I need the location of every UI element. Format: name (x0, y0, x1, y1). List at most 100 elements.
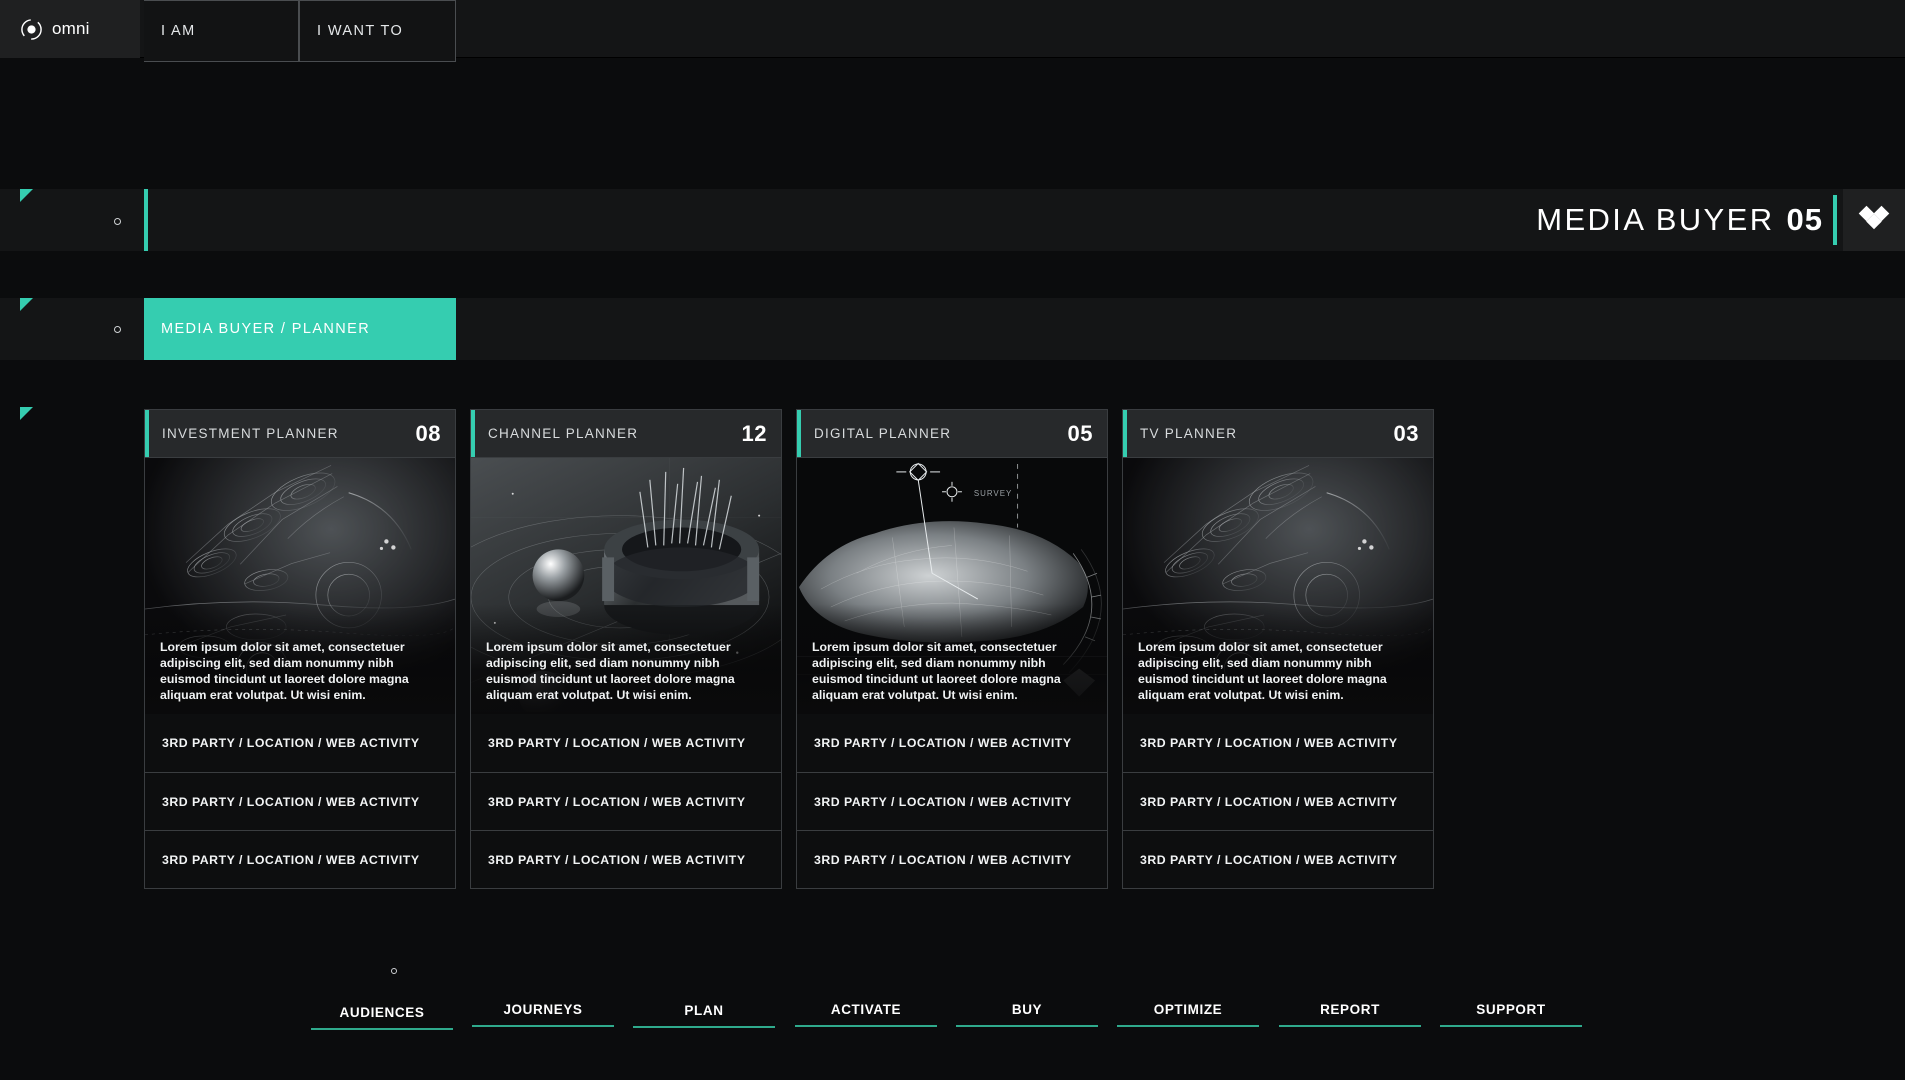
list-item[interactable]: 3RD PARTY / LOCATION / WEB ACTIVITY (145, 714, 455, 772)
tab-i-am-label: I AM (161, 23, 196, 39)
nav-item-report[interactable]: REPORT (1279, 1002, 1421, 1027)
card-list: 3RD PARTY / LOCATION / WEB ACTIVITY 3RD … (471, 714, 781, 888)
card-title: INVESTMENT PLANNER (162, 426, 339, 441)
card-media: Lorem ipsum dolor sit amet, consectetuer… (1123, 458, 1433, 714)
row1-accent-bar (144, 189, 148, 251)
nav-underline (1117, 1025, 1259, 1027)
list-item[interactable]: 3RD PARTY / LOCATION / WEB ACTIVITY (797, 830, 1107, 888)
page-title: MEDIA BUYER 05 (1536, 189, 1823, 251)
nav-label: AUDIENCES (311, 1005, 453, 1020)
card-title: TV PLANNER (1140, 426, 1237, 441)
card-count: 08 (416, 421, 441, 447)
card-media: Lorem ipsum dolor sit amet, consectetuer… (145, 458, 455, 714)
nav-underline (633, 1026, 775, 1028)
role-label: MEDIA BUYER / PLANNER (161, 321, 370, 337)
tab-i-want-to-label: I WANT TO (317, 23, 403, 39)
brand-logo[interactable]: omni (0, 0, 140, 58)
nav-underline (472, 1025, 614, 1027)
card-title: DIGITAL PLANNER (814, 426, 951, 441)
nav-item-buy[interactable]: BUY (956, 1002, 1098, 1027)
list-item-label: 3RD PARTY / LOCATION / WEB ACTIVITY (162, 795, 420, 809)
ring-marker-icon (114, 218, 121, 225)
nav-underline (956, 1025, 1098, 1027)
ring-marker-icon (114, 326, 121, 333)
brand-name: omni (52, 19, 90, 39)
card-investment-planner[interactable]: INVESTMENT PLANNER 08 (144, 409, 456, 889)
three-diamonds-button[interactable] (1843, 189, 1905, 251)
card-description: Lorem ipsum dolor sit amet, consectetuer… (160, 640, 440, 704)
nav-label: REPORT (1279, 1002, 1421, 1017)
list-item-label: 3RD PARTY / LOCATION / WEB ACTIVITY (488, 736, 746, 750)
nav-underline (1279, 1025, 1421, 1027)
nav-underline (311, 1028, 453, 1030)
card-description: Lorem ipsum dolor sit amet, consectetuer… (812, 640, 1092, 704)
card-media: Lorem ipsum dolor sit amet, consectetuer… (471, 458, 781, 714)
nav-item-audiences[interactable]: AUDIENCES (311, 1005, 453, 1030)
list-item[interactable]: 3RD PARTY / LOCATION / WEB ACTIVITY (145, 830, 455, 888)
planner-card-grid: INVESTMENT PLANNER 08 (144, 409, 1529, 889)
list-item[interactable]: 3RD PARTY / LOCATION / WEB ACTIVITY (1123, 830, 1433, 888)
role-media-buyer-planner[interactable]: MEDIA BUYER / PLANNER (144, 298, 456, 360)
nav-label: SUPPORT (1440, 1002, 1582, 1017)
card-list: 3RD PARTY / LOCATION / WEB ACTIVITY 3RD … (797, 714, 1107, 888)
card-description: Lorem ipsum dolor sit amet, consectetuer… (486, 640, 766, 704)
svg-text:SURVEY: SURVEY (974, 489, 1012, 498)
nav-label: OPTIMIZE (1117, 1002, 1259, 1017)
nav-item-plan[interactable]: PLAN (633, 1003, 775, 1028)
page-title-text: MEDIA BUYER (1536, 202, 1774, 238)
nav-underline (1440, 1025, 1582, 1027)
tab-i-am[interactable]: I AM (144, 0, 299, 62)
omni-target-icon (20, 18, 43, 41)
nav-item-journeys[interactable]: JOURNEYS (472, 1002, 614, 1027)
nav-item-optimize[interactable]: OPTIMIZE (1117, 1002, 1259, 1027)
list-item-label: 3RD PARTY / LOCATION / WEB ACTIVITY (814, 853, 1072, 867)
list-item-label: 3RD PARTY / LOCATION / WEB ACTIVITY (814, 795, 1072, 809)
nav-item-support[interactable]: SUPPORT (1440, 1002, 1582, 1027)
list-item-label: 3RD PARTY / LOCATION / WEB ACTIVITY (1140, 853, 1398, 867)
list-item-label: 3RD PARTY / LOCATION / WEB ACTIVITY (1140, 736, 1398, 750)
card-channel-planner[interactable]: CHANNEL PLANNER 12 (470, 409, 782, 889)
list-item-label: 3RD PARTY / LOCATION / WEB ACTIVITY (162, 853, 420, 867)
card-header: DIGITAL PLANNER 05 (797, 410, 1107, 458)
card-media: SURVEY Lorem ipsum dolor sit amet, conse… (797, 458, 1107, 714)
tab-i-want-to[interactable]: I WANT TO (299, 0, 456, 62)
corner-triangle-icon (20, 298, 33, 311)
list-item[interactable]: 3RD PARTY / LOCATION / WEB ACTIVITY (797, 772, 1107, 830)
list-item-label: 3RD PARTY / LOCATION / WEB ACTIVITY (1140, 795, 1398, 809)
nav-label: ACTIVATE (795, 1002, 937, 1017)
list-item-label: 3RD PARTY / LOCATION / WEB ACTIVITY (488, 795, 746, 809)
card-count: 05 (1068, 421, 1093, 447)
card-digital-planner[interactable]: DIGITAL PLANNER 05 (796, 409, 1108, 889)
list-item[interactable]: 3RD PARTY / LOCATION / WEB ACTIVITY (471, 714, 781, 772)
title-divider (1833, 195, 1837, 245)
list-item-label: 3RD PARTY / LOCATION / WEB ACTIVITY (814, 736, 1072, 750)
card-title: CHANNEL PLANNER (488, 426, 638, 441)
list-item-label: 3RD PARTY / LOCATION / WEB ACTIVITY (162, 736, 420, 750)
card-list: 3RD PARTY / LOCATION / WEB ACTIVITY 3RD … (1123, 714, 1433, 888)
card-list: 3RD PARTY / LOCATION / WEB ACTIVITY 3RD … (145, 714, 455, 888)
nav-item-activate[interactable]: ACTIVATE (795, 1002, 937, 1027)
corner-triangle-icon (20, 189, 33, 202)
nav-underline (795, 1025, 937, 1027)
nav-label: JOURNEYS (472, 1002, 614, 1017)
bottom-navigation: AUDIENCES JOURNEYS PLAN ACTIVATE BUY OPT… (311, 985, 1571, 1063)
list-item[interactable]: 3RD PARTY / LOCATION / WEB ACTIVITY (1123, 772, 1433, 830)
list-item-label: 3RD PARTY / LOCATION / WEB ACTIVITY (488, 853, 746, 867)
corner-triangle-icon (20, 407, 33, 420)
card-header: INVESTMENT PLANNER 08 (145, 410, 455, 458)
card-description: Lorem ipsum dolor sit amet, consectetuer… (1138, 640, 1418, 704)
page-title-count: 05 (1787, 202, 1823, 238)
list-item[interactable]: 3RD PARTY / LOCATION / WEB ACTIVITY (471, 772, 781, 830)
card-header: CHANNEL PLANNER 12 (471, 410, 781, 458)
card-header: TV PLANNER 03 (1123, 410, 1433, 458)
nav-label: PLAN (633, 1003, 775, 1018)
card-count: 03 (1394, 421, 1419, 447)
card-tv-planner[interactable]: TV PLANNER 03 (1122, 409, 1434, 889)
three-diamonds-icon (1858, 205, 1890, 236)
list-item[interactable]: 3RD PARTY / LOCATION / WEB ACTIVITY (797, 714, 1107, 772)
card-count: 12 (742, 421, 767, 447)
list-item[interactable]: 3RD PARTY / LOCATION / WEB ACTIVITY (471, 830, 781, 888)
list-item[interactable]: 3RD PARTY / LOCATION / WEB ACTIVITY (1123, 714, 1433, 772)
ring-marker-icon (391, 968, 397, 974)
list-item[interactable]: 3RD PARTY / LOCATION / WEB ACTIVITY (145, 772, 455, 830)
